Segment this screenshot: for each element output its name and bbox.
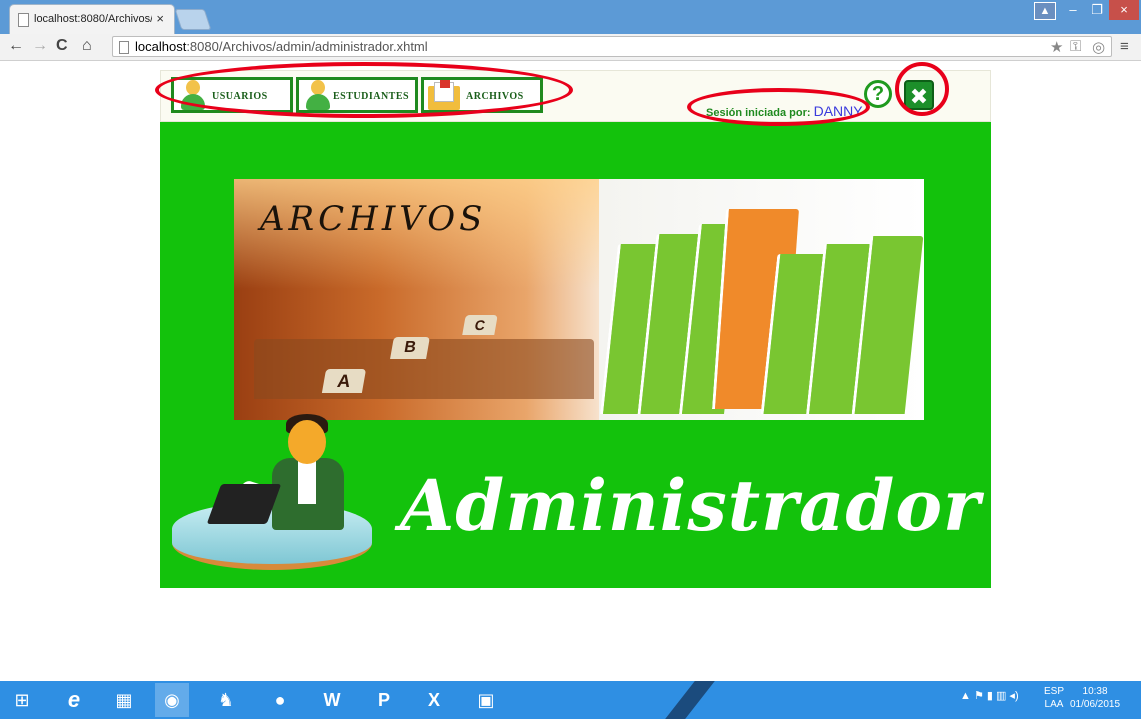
user-profile-icon[interactable]: ▲ — [1034, 2, 1056, 20]
page-header: USUARIOS ESTUDIANTES ARCHIVOS Sesión ini… — [160, 70, 991, 122]
powerpoint-icon[interactable]: P — [370, 686, 398, 714]
excel-icon[interactable]: X — [420, 686, 448, 714]
archivos-hero-image: A B C ARCHIVOS — [234, 179, 924, 420]
nav-usuarios-button[interactable]: USUARIOS — [171, 77, 293, 113]
windows-start-icon[interactable]: ⊞ — [8, 686, 36, 714]
home-icon[interactable]: ⌂ — [82, 37, 92, 55]
extension-icon[interactable]: ◎ — [1092, 38, 1105, 56]
chrome-icon[interactable]: ◉ — [155, 683, 189, 717]
forward-arrow-icon[interactable]: → — [32, 37, 48, 55]
reload-icon[interactable]: C — [56, 37, 68, 55]
folder-icon — [428, 80, 460, 110]
file-cabinet-image: A B C ARCHIVOS — [234, 179, 599, 420]
student-icon — [305, 80, 331, 112]
back-arrow-icon[interactable]: ← — [8, 37, 24, 55]
system-tray[interactable]: ▲ ⚑ ▮ ▥ ◂) — [960, 689, 1019, 702]
page-icon — [18, 13, 29, 27]
logout-button[interactable]: ✖ — [904, 80, 934, 110]
help-button[interactable]: ? — [864, 80, 892, 108]
page-icon — [119, 41, 129, 54]
card-tab-a: A — [321, 369, 367, 393]
browser-tab[interactable]: localhost:8080/Archivos/a × — [9, 4, 175, 34]
internet-explorer-icon[interactable]: e — [60, 686, 88, 714]
green-folders-image — [599, 179, 924, 420]
new-tab-button[interactable] — [174, 9, 212, 30]
minimize-button[interactable]: – — [1061, 0, 1085, 20]
app-icon[interactable]: ▣ — [472, 686, 500, 714]
menu-icon[interactable]: ≡ — [1120, 38, 1129, 55]
bookmark-star-icon[interactable]: ★ — [1050, 38, 1063, 56]
key-icon[interactable]: ⚿ — [1070, 38, 1081, 55]
url-text: localhost:8080/Archivos/admin/administra… — [135, 39, 428, 54]
user-icon — [180, 80, 206, 112]
eclipse-icon[interactable]: ● — [266, 686, 294, 714]
address-bar[interactable]: localhost:8080/Archivos/admin/administra… — [112, 36, 1112, 57]
nav-estudiantes-label: ESTUDIANTES — [333, 91, 410, 102]
nav-usuarios-label: USUARIOS — [212, 91, 268, 102]
postgresql-icon[interactable]: ♞ — [212, 686, 240, 714]
language-indicator[interactable]: ESP LAA — [1044, 685, 1064, 711]
nav-archivos-button[interactable]: ARCHIVOS — [421, 77, 543, 113]
word-icon[interactable]: W — [318, 686, 346, 714]
nav-archivos-label: ARCHIVOS — [466, 91, 524, 102]
session-label: Sesión iniciada por: — [706, 107, 811, 119]
windows-taskbar: ⊞ e ▦ ◉ ♞ ● W P X ▣ ▲ ⚑ ▮ ▥ ◂) ESP LAA 10… — [0, 681, 1141, 719]
tab-close-icon[interactable]: × — [156, 11, 164, 26]
clock[interactable]: 10:38 01/06/2015 — [1070, 685, 1120, 711]
session-info: Sesión iniciada por: DANNY — [706, 103, 863, 119]
nav-estudiantes-button[interactable]: ESTUDIANTES — [296, 77, 418, 113]
archivos-heading: ARCHIVOS — [260, 199, 487, 239]
tab-title: localhost:8080/Archivos/a — [34, 13, 152, 25]
browser-toolbar: ← → C ⌂ localhost:8080/Archivos/admin/ad… — [0, 34, 1141, 61]
browser-title-bar: localhost:8080/Archivos/a × ▲ – ❐ × — [0, 0, 1141, 34]
session-user: DANNY — [813, 103, 863, 119]
file-explorer-icon[interactable]: ▦ — [110, 686, 138, 714]
admin-banner: A B C ARCHIVOS Administrador — [160, 122, 991, 588]
close-window-button[interactable]: × — [1109, 0, 1139, 20]
card-tab-c: C — [462, 315, 498, 335]
administrator-illustration — [172, 414, 392, 586]
administrador-title: Administrador — [400, 464, 981, 547]
maximize-button[interactable]: ❐ — [1085, 0, 1109, 20]
card-tab-b: B — [390, 337, 430, 359]
